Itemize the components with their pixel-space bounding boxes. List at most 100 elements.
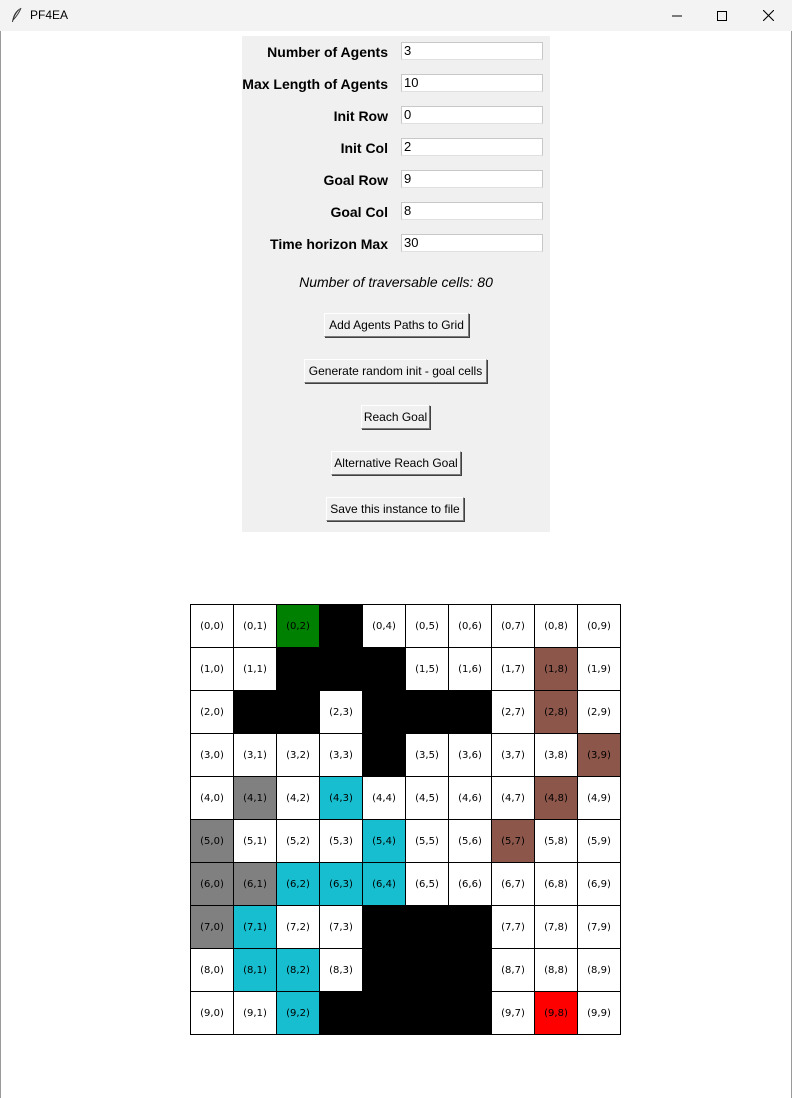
- close-button[interactable]: [745, 0, 791, 31]
- grid-cell-free: (4,4): [362, 776, 406, 820]
- grid-cell-free: (0,4): [362, 604, 406, 648]
- label-goal-col: Goal Col: [330, 204, 388, 220]
- input-goal-col[interactable]: [401, 202, 543, 220]
- title-bar[interactable]: PF4EA: [0, 0, 792, 31]
- grid-cell-agent_cyan: (7,1): [233, 905, 277, 949]
- label-number-of-agents: Number of Agents: [267, 44, 388, 60]
- grid-cell-free: (8,3): [319, 948, 363, 992]
- grid-cell-agent_cyan: (5,4): [362, 819, 406, 863]
- grid-cell-agent_cyan: (6,3): [319, 862, 363, 906]
- grid-cell-free: (8,9): [577, 948, 621, 992]
- grid-cell-free: (4,9): [577, 776, 621, 820]
- grid-cell-free: (7,8): [534, 905, 578, 949]
- grid-cell-obstacle: [362, 647, 406, 691]
- grid-cell-obstacle: [319, 991, 363, 1035]
- input-time-horizon-max[interactable]: [401, 234, 543, 252]
- grid-cell-free: (6,9): [577, 862, 621, 906]
- grid-cell-obstacle: [362, 733, 406, 777]
- grid-cell-free: (3,5): [405, 733, 449, 777]
- grid-cell-agent_cyan: (6,2): [276, 862, 320, 906]
- grid-cell-obstacle: [362, 690, 406, 734]
- grid-cell-free: (9,1): [233, 991, 277, 1035]
- grid-cell-agent_gray: (6,1): [233, 862, 277, 906]
- grid-cell-obstacle: [405, 991, 449, 1035]
- grid-cell-obstacle: [362, 991, 406, 1035]
- input-init-col[interactable]: [401, 138, 543, 156]
- grid-cell-free: (0,9): [577, 604, 621, 648]
- grid-cell-free: (6,8): [534, 862, 578, 906]
- grid-cell-free: (0,5): [405, 604, 449, 648]
- grid-cell-free: (7,7): [491, 905, 535, 949]
- grid-cell-free: (3,7): [491, 733, 535, 777]
- grid-cell-free: (7,9): [577, 905, 621, 949]
- grid-cell-free: (7,3): [319, 905, 363, 949]
- grid-cell-obstacle: [448, 905, 492, 949]
- grid-cell-obstacle: [276, 690, 320, 734]
- generate-random-init-goal-button[interactable]: Generate random init - goal cells: [304, 359, 487, 383]
- minimize-button[interactable]: [654, 0, 700, 31]
- grid-cell-agent_brown: (4,8): [534, 776, 578, 820]
- grid-cell-free: (3,0): [190, 733, 234, 777]
- grid-cell-agent_gray: (4,1): [233, 776, 277, 820]
- grid-cell-goal: (9,8): [534, 991, 578, 1035]
- grid-cell-free: (0,6): [448, 604, 492, 648]
- add-agents-paths-button[interactable]: Add Agents Paths to Grid: [324, 313, 469, 337]
- grid-cell-free: (6,7): [491, 862, 535, 906]
- save-instance-button[interactable]: Save this instance to file: [326, 497, 464, 521]
- minimize-icon: [672, 15, 682, 16]
- path-grid: (0,0) (0,1) (0,2) (0,4) (0,5) (0,6) (0,7) (0,8)…: [190, 604, 621, 1035]
- alternative-reach-goal-button[interactable]: Alternative Reach Goal: [331, 451, 461, 475]
- grid-cell-free: (1,5): [405, 647, 449, 691]
- reach-goal-button[interactable]: Reach Goal: [361, 405, 430, 429]
- grid-cell-free: (6,5): [405, 862, 449, 906]
- feather-icon: [12, 7, 22, 22]
- grid-cell-free: (7,2): [276, 905, 320, 949]
- grid-cell-agent_brown: (5,7): [491, 819, 535, 863]
- grid-cell-free: (3,1): [233, 733, 277, 777]
- grid-cell-agent_cyan: (8,1): [233, 948, 277, 992]
- grid-cell-obstacle: [448, 948, 492, 992]
- grid-cell-free: (5,3): [319, 819, 363, 863]
- grid-cell-free: (5,2): [276, 819, 320, 863]
- grid-cell-free: (1,6): [448, 647, 492, 691]
- grid-cell-free: (8,0): [190, 948, 234, 992]
- grid-cell-agent_cyan: (6,4): [362, 862, 406, 906]
- grid-cell-free: (9,9): [577, 991, 621, 1035]
- maximize-button[interactable]: [699, 0, 745, 31]
- grid-cell-free: (5,5): [405, 819, 449, 863]
- grid-cell-free: (1,1): [233, 647, 277, 691]
- grid-cell-free: (5,8): [534, 819, 578, 863]
- grid-cell-free: (3,6): [448, 733, 492, 777]
- grid-cell-free: (8,7): [491, 948, 535, 992]
- grid-cell-obstacle: [233, 690, 277, 734]
- grid-cell-free: (5,6): [448, 819, 492, 863]
- label-max-length-of-agents: Max Length of Agents: [242, 76, 388, 92]
- grid-cell-obstacle: [362, 905, 406, 949]
- grid-cell-free: (9,0): [190, 991, 234, 1035]
- maximize-icon: [717, 10, 727, 21]
- input-max-length-of-agents[interactable]: [401, 74, 543, 92]
- grid-cell-free: (4,5): [405, 776, 449, 820]
- input-goal-row[interactable]: [401, 170, 543, 188]
- grid-cell-free: (3,3): [319, 733, 363, 777]
- grid-cell-agent_cyan: (4,3): [319, 776, 363, 820]
- grid-cell-obstacle: [276, 647, 320, 691]
- grid-cell-obstacle: [405, 690, 449, 734]
- grid-cell-agent_brown: (3,9): [577, 733, 621, 777]
- grid-cell-agent_gray: (7,0): [190, 905, 234, 949]
- grid-cell-agent_gray: (6,0): [190, 862, 234, 906]
- input-init-row[interactable]: [401, 106, 543, 124]
- grid-cell-free: (2,0): [190, 690, 234, 734]
- label-init-col: Init Col: [340, 140, 388, 156]
- grid-cell-free: (2,3): [319, 690, 363, 734]
- window-border-left: [0, 31, 1, 1098]
- label-init-row: Init Row: [333, 108, 388, 124]
- grid-cell-free: (0,8): [534, 604, 578, 648]
- close-icon: [762, 10, 774, 21]
- settings-panel: Number of Agents Max Length of Agents In…: [242, 36, 550, 532]
- grid-cell-agent_cyan: (9,2): [276, 991, 320, 1035]
- grid-cell-obstacle: [448, 690, 492, 734]
- input-number-of-agents[interactable]: [401, 42, 543, 60]
- grid-cell-free: (0,7): [491, 604, 535, 648]
- grid-cell-free: (8,8): [534, 948, 578, 992]
